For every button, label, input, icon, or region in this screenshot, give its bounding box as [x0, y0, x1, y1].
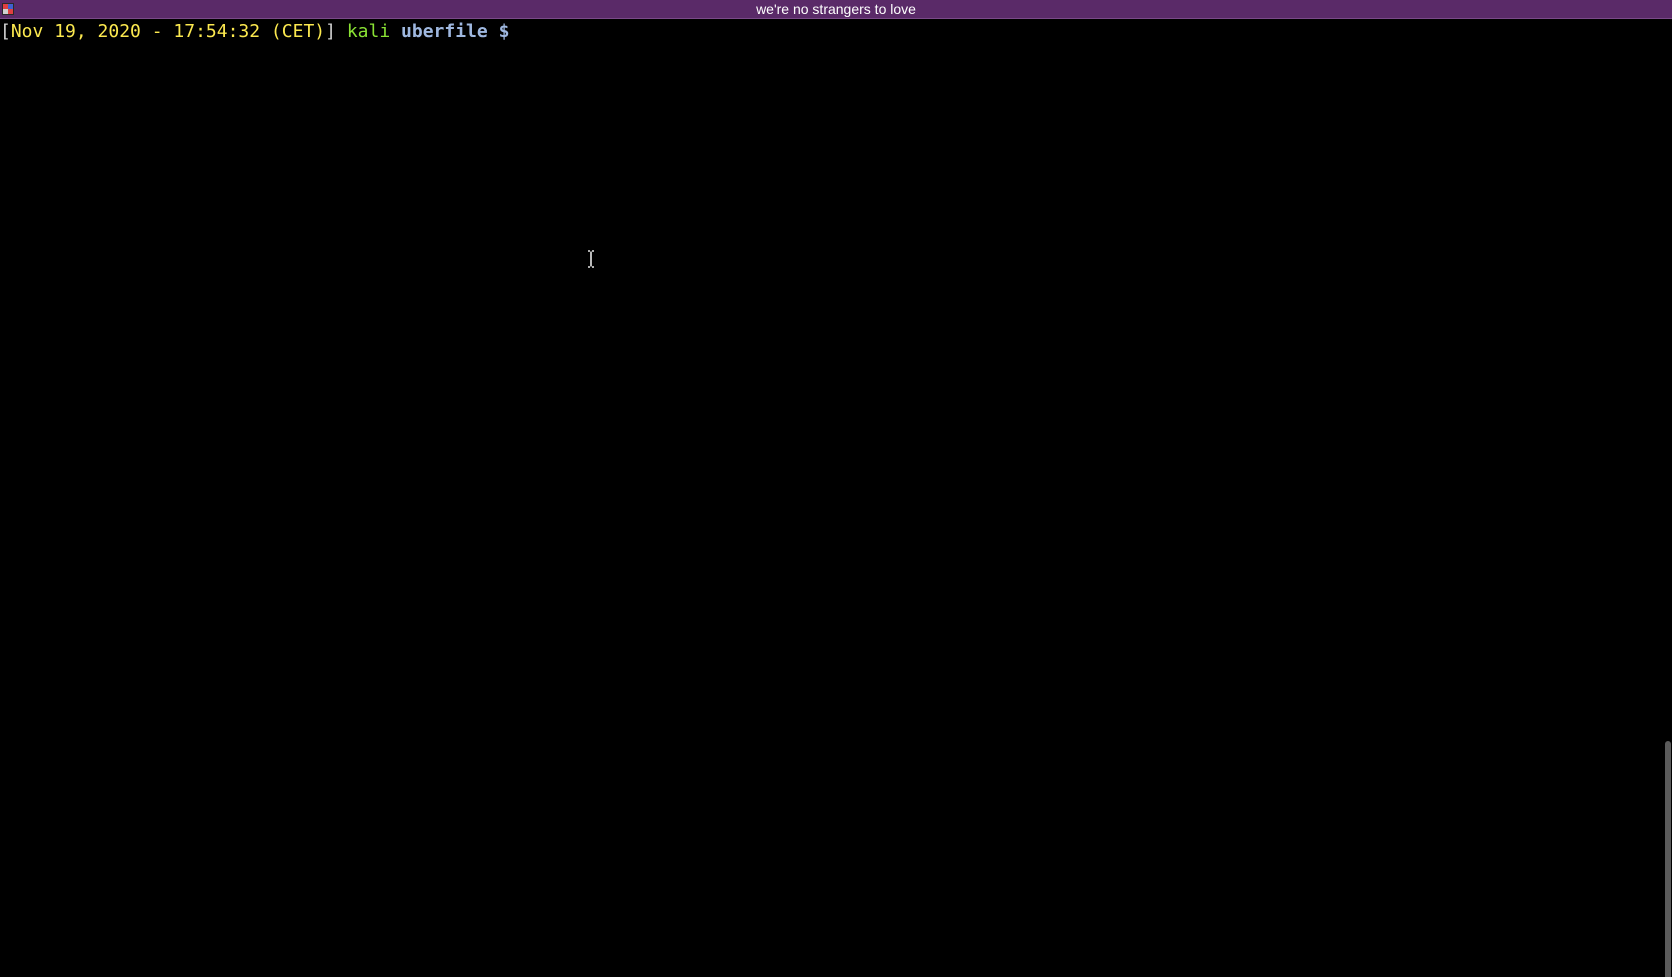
scrollbar-thumb[interactable]	[1665, 741, 1671, 977]
title-bar[interactable]: we're no strangers to love	[0, 0, 1672, 19]
prompt-directory: uberfile	[401, 21, 488, 42]
terminal-window: we're no strangers to love [Nov 19, 2020…	[0, 0, 1672, 977]
prompt-datetime: Nov 19, 2020 - 17:54:32 (CET)	[10, 21, 326, 42]
shell-prompt: [Nov 19, 2020 - 17:54:32 (CET)] kali ube…	[0, 20, 509, 44]
prompt-open-bracket: [	[0, 21, 11, 42]
scrollbar[interactable]	[1662, 19, 1672, 977]
prompt-close-bracket: ]	[325, 21, 336, 42]
prompt-symbol: $	[498, 21, 510, 42]
text-cursor-icon	[588, 250, 594, 268]
window-title: we're no strangers to love	[756, 1, 916, 17]
terminal-area[interactable]: [Nov 19, 2020 - 17:54:32 (CET)] kali ube…	[0, 19, 1662, 977]
prompt-user: kali	[346, 21, 391, 42]
